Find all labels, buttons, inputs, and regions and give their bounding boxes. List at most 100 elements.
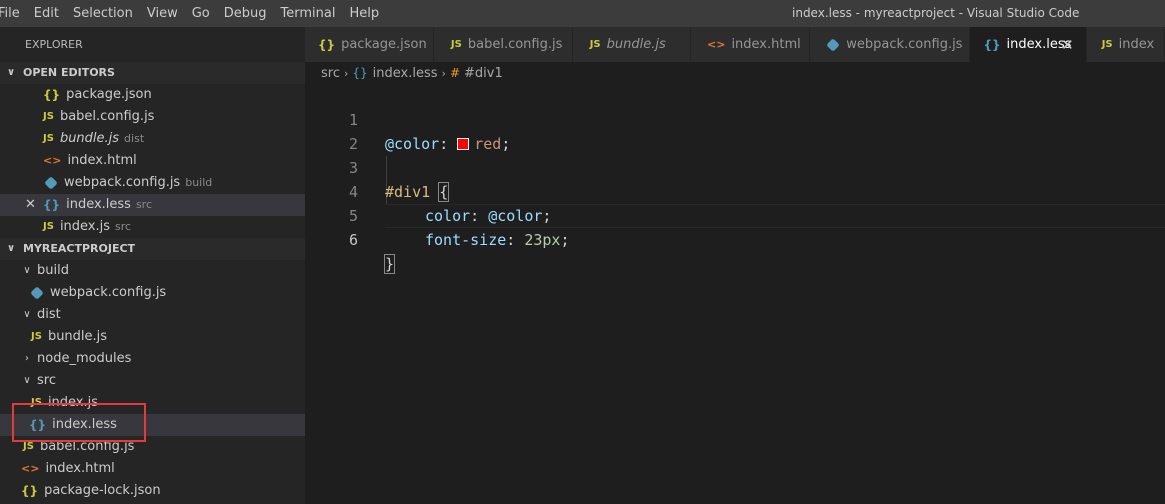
project-label: MYREACTPROJECT — [23, 242, 136, 255]
close-icon[interactable]: ✕ — [25, 194, 36, 216]
menu-selection[interactable]: Selection — [66, 0, 140, 27]
open-editor-bundle-js[interactable]: JS bundle.js dist — [0, 128, 305, 150]
tab-label: babel.config.js — [467, 37, 563, 52]
window-title: index.less - myreactproject - Visual Stu… — [792, 6, 1080, 20]
code-line: 6 } — [305, 204, 1165, 274]
folder-label: src — [37, 373, 56, 388]
open-editors-label: OPEN EDITORS — [23, 66, 115, 79]
open-editors-header[interactable]: ∨ OPEN EDITORS — [0, 62, 305, 84]
code-line: 3 #div1 { — [305, 132, 1165, 202]
open-editor-label: package.json — [66, 87, 152, 102]
code-text: font-size: 23px; — [425, 228, 570, 252]
chevron-down-icon: ∨ — [7, 243, 16, 254]
html-file-icon: <> — [21, 462, 40, 475]
tab-index-html[interactable]: <> index.html — [691, 27, 811, 62]
code-line: 1 @color: red; — [305, 84, 1165, 153]
menu-debug[interactable]: Debug — [217, 0, 274, 27]
tab-label: package.json — [341, 37, 427, 52]
folder-dist[interactable]: ∨ dist — [0, 304, 305, 326]
explorer-title: EXPLORER — [25, 38, 83, 51]
folder-node-modules[interactable]: › node_modules — [0, 348, 305, 370]
html-file-icon: <> — [707, 38, 726, 51]
explorer-sidebar: EXPLORER ∨ OPEN EDITORS {} package.json … — [0, 27, 305, 504]
open-editor-package-json[interactable]: {} package.json — [0, 84, 305, 106]
breadcrumb-folder[interactable]: src — [321, 66, 340, 81]
json-file-icon: {} — [21, 484, 39, 498]
open-editor-index-html[interactable]: <> index.html — [0, 150, 305, 172]
file-webpack-config[interactable]: webpack.config.js — [0, 282, 305, 304]
open-editor-index-less[interactable]: ✕ {} index.less src — [0, 194, 305, 216]
js-file-icon: JS — [31, 397, 42, 408]
tab-bundle-js[interactable]: JS bundle.js — [572, 27, 691, 62]
folder-build[interactable]: ∨ build — [0, 260, 305, 282]
folder-label: build — [37, 263, 69, 278]
line-number: 6 — [348, 231, 358, 249]
folder-label: node_modules — [37, 351, 132, 366]
tab-index-less[interactable]: {} index.less ✕ — [970, 27, 1087, 62]
tab-babel-config[interactable]: JS babel.config.js — [433, 27, 573, 62]
breadcrumb-file[interactable]: index.less — [373, 66, 438, 81]
property: font-size — [425, 231, 507, 249]
open-editor-babel-config[interactable]: JS babel.config.js — [0, 106, 305, 128]
breadcrumb: src › {} index.less › # #div1 — [305, 62, 1165, 84]
semicolon: ; — [560, 231, 570, 249]
open-editor-label: babel.config.js — [59, 109, 155, 124]
open-editor-webpack-config[interactable]: webpack.config.js build — [0, 172, 305, 194]
open-editor-index-js[interactable]: JS index.js src — [0, 216, 305, 238]
folder-src[interactable]: ∨ src — [0, 370, 305, 392]
js-file-icon: JS — [43, 221, 54, 232]
tab-webpack-config[interactable]: webpack.config.js — [810, 27, 971, 62]
less-file-icon: {} — [43, 198, 61, 212]
folder-label: dist — [37, 307, 61, 322]
tab-index-js[interactable]: JS index — [1086, 27, 1165, 62]
title-bar: File Edit Selection View Go Debug Termin… — [0, 0, 1165, 27]
file-index-less[interactable]: {} index.less — [0, 414, 305, 436]
menu-bar: File Edit Selection View Go Debug Termin… — [0, 0, 386, 27]
open-editor-label: index.less — [66, 197, 131, 212]
webpack-file-icon — [44, 176, 58, 190]
chevron-down-icon: ∨ — [23, 265, 31, 276]
tab-label: index.html — [731, 37, 801, 52]
menu-edit[interactable]: Edit — [27, 0, 66, 27]
file-index-js[interactable]: JS index.js — [0, 392, 305, 414]
file-label: bundle.js — [47, 329, 108, 344]
open-editor-folder: dist — [124, 132, 145, 145]
less-file-icon: {} — [29, 418, 47, 432]
colon: : — [506, 231, 525, 249]
project-header[interactable]: ∨ MYREACTPROJECT — [0, 238, 305, 260]
menu-terminal[interactable]: Terminal — [274, 0, 343, 27]
js-file-icon: JS — [31, 331, 42, 342]
close-brace: } — [383, 254, 396, 274]
tab-label: index — [1118, 37, 1155, 52]
js-file-icon: JS — [43, 111, 54, 122]
editor-tabs: {} package.json JS babel.config.js JS bu… — [305, 27, 1165, 62]
code-editor[interactable]: 1 @color: red; 2 3 #div1 { 4 color: @col… — [305, 84, 1165, 504]
chevron-down-icon: ∨ — [7, 67, 16, 78]
tab-package-json[interactable]: {} package.json — [305, 27, 434, 62]
menu-view[interactable]: View — [140, 0, 185, 27]
json-file-icon: {} — [43, 88, 61, 102]
file-babel-config[interactable]: JS babel.config.js — [0, 436, 305, 458]
open-editor-label: index.js — [59, 219, 111, 234]
chevron-down-icon: ∨ — [23, 309, 31, 320]
json-file-icon: {} — [318, 37, 336, 52]
menu-file[interactable]: File — [0, 0, 27, 27]
file-bundle-js[interactable]: JS bundle.js — [0, 326, 305, 348]
js-file-icon: JS — [43, 133, 54, 144]
breadcrumb-symbol[interactable]: #div1 — [464, 66, 503, 81]
js-file-icon: JS — [1101, 39, 1113, 50]
open-editor-folder: src — [135, 198, 153, 211]
chevron-right-icon: › — [441, 66, 446, 80]
webpack-file-icon — [30, 286, 44, 300]
code-line: 2 — [305, 108, 1165, 153]
menu-help[interactable]: Help — [342, 0, 386, 27]
js-file-icon: JS — [589, 39, 601, 50]
close-icon[interactable]: ✕ — [1061, 36, 1074, 54]
file-index-html[interactable]: <> index.html — [0, 458, 305, 480]
file-package-lock[interactable]: {} package-lock.json — [0, 480, 305, 502]
file-label: babel.config.js — [39, 439, 135, 454]
webpack-file-icon — [826, 37, 841, 52]
file-label: webpack.config.js — [50, 285, 167, 300]
menu-go[interactable]: Go — [185, 0, 217, 27]
open-editor-folder: build — [185, 176, 213, 189]
